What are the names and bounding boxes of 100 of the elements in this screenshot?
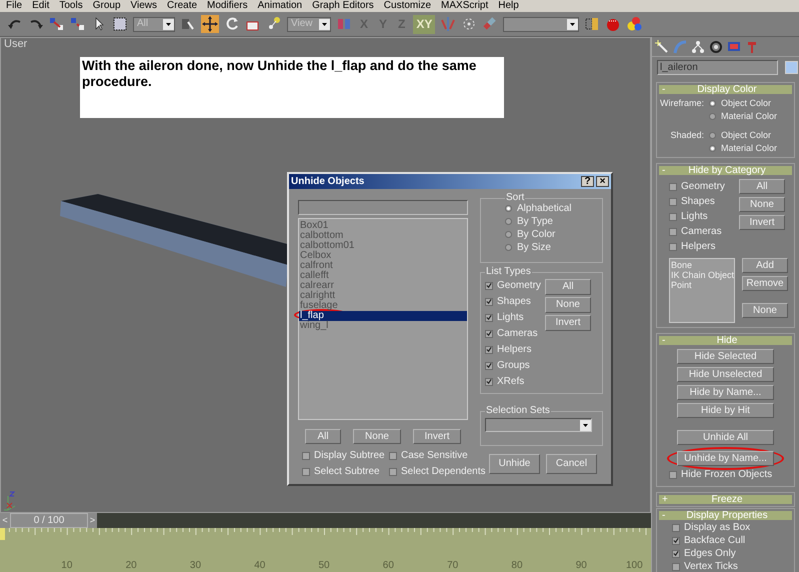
menu-item[interactable]: Customize <box>378 1 436 11</box>
button[interactable]: All <box>305 429 341 444</box>
radio-button[interactable] <box>505 244 512 251</box>
button[interactable]: None <box>742 303 788 318</box>
time-slider-thumb[interactable]: 0 / 100 <box>10 513 88 528</box>
checkbox[interactable] <box>485 362 493 370</box>
move-icon[interactable] <box>201 15 219 33</box>
checkbox[interactable] <box>485 330 493 338</box>
list-item[interactable]: l_flap <box>299 311 467 321</box>
button[interactable]: All <box>739 179 785 194</box>
rollout-header[interactable]: + Freeze <box>659 495 792 504</box>
menu-item[interactable]: Edit <box>27 1 54 11</box>
list-item[interactable]: calbottom <box>299 231 467 241</box>
next-frame-button[interactable]: > <box>88 513 97 528</box>
button[interactable]: Invert <box>413 429 461 444</box>
radio-button[interactable] <box>709 100 716 107</box>
checkbox[interactable] <box>485 314 493 322</box>
list-item[interactable]: calrearr <box>299 281 467 291</box>
menu-item[interactable]: Graph Editors <box>307 1 379 11</box>
button[interactable]: Unhide All <box>677 430 774 445</box>
button[interactable]: None <box>545 297 591 313</box>
link-icon[interactable] <box>49 16 65 32</box>
checkbox[interactable] <box>302 468 310 476</box>
menu-item[interactable]: Create <box>162 1 202 11</box>
checkbox[interactable] <box>389 468 397 476</box>
menu-item[interactable]: File <box>1 1 28 11</box>
button[interactable]: Hide Unselected <box>677 367 774 382</box>
rollout-header[interactable]: - Hide <box>659 336 792 345</box>
button[interactable]: Add <box>742 258 788 273</box>
rotate-icon[interactable] <box>224 16 240 32</box>
checkbox[interactable] <box>485 282 493 290</box>
checkbox[interactable] <box>672 524 680 532</box>
material-spheres-icon[interactable] <box>626 16 642 32</box>
manipulate-icon[interactable] <box>266 16 282 32</box>
unlink-icon[interactable] <box>70 16 86 32</box>
checkbox[interactable] <box>302 452 310 460</box>
checkbox[interactable] <box>485 346 493 354</box>
checkbox[interactable] <box>485 298 493 306</box>
rollout-header[interactable]: - Hide by Category <box>659 166 792 175</box>
list-item[interactable]: Bone <box>671 260 734 270</box>
menu-item[interactable]: Group <box>88 1 126 11</box>
list-item[interactable]: calbottom01 <box>299 241 467 251</box>
list-item[interactable]: wing_l <box>299 321 467 331</box>
menu-item[interactable]: Tools <box>54 1 88 11</box>
name-field[interactable]: l_aileron <box>657 60 778 75</box>
dropdown[interactable] <box>485 418 592 432</box>
button[interactable]: Hide by Name... <box>677 385 774 400</box>
close-button[interactable]: × <box>596 176 609 187</box>
radio-button[interactable] <box>505 218 512 225</box>
button[interactable]: Invert <box>739 215 785 230</box>
time-slider-track[interactable]: 0 / 100 > <box>10 513 651 528</box>
timeline-ruler[interactable]: 10 20 30 40 50 60 70 80 90 100 <box>0 528 651 572</box>
checkbox[interactable] <box>669 182 677 190</box>
button[interactable]: Hide Selected <box>677 349 774 364</box>
align-icon[interactable] <box>482 16 498 32</box>
radio-button[interactable] <box>709 145 716 152</box>
button[interactable]: Cancel <box>546 454 597 474</box>
list-item[interactable]: Point <box>671 280 734 290</box>
button[interactable]: Invert <box>545 315 591 331</box>
list-item[interactable]: IK Chain Object <box>671 270 734 280</box>
rollout-header[interactable]: - Display Color <box>659 85 792 94</box>
button[interactable]: Remove <box>742 276 788 291</box>
list-item[interactable]: calfront <box>299 261 467 271</box>
checkbox[interactable] <box>669 228 677 236</box>
checkbox[interactable] <box>669 212 677 220</box>
named-selection-icon[interactable] <box>584 16 600 32</box>
checkbox[interactable] <box>485 378 493 386</box>
checkbox[interactable] <box>672 550 680 558</box>
circle-icon[interactable] <box>709 40 723 54</box>
list-item[interactable]: callefft <box>299 271 467 281</box>
radio-button[interactable] <box>709 113 716 120</box>
menu-item[interactable]: Help <box>493 1 524 11</box>
checkbox[interactable] <box>672 562 680 570</box>
button[interactable]: None <box>353 429 401 444</box>
dropdown[interactable]: View <box>287 16 331 32</box>
checkbox[interactable] <box>669 198 677 206</box>
previous-frame-button[interactable]: < <box>0 513 10 528</box>
radio-button[interactable] <box>709 132 716 139</box>
list-item[interactable]: fuselage <box>299 301 467 311</box>
button[interactable]: None <box>739 197 785 212</box>
dropdown[interactable]: All <box>133 16 175 32</box>
list-item[interactable]: calrightt <box>299 291 467 301</box>
list-item[interactable]: Celbox <box>299 251 467 261</box>
magic-wand-icon[interactable] <box>655 40 669 54</box>
dropdown[interactable] <box>503 16 580 32</box>
help-button[interactable]: ? <box>581 176 594 187</box>
axis-button[interactable]: XY <box>413 14 436 34</box>
button[interactable]: Unhide <box>489 454 540 474</box>
checkbox[interactable] <box>669 471 677 479</box>
array-icon[interactable] <box>461 16 478 32</box>
button[interactable]: All <box>545 279 591 295</box>
menu-item[interactable]: Animation <box>252 1 308 11</box>
viewport-label[interactable]: User <box>4 39 28 50</box>
menu-item[interactable]: MAXScript <box>436 1 494 11</box>
menu-item[interactable]: Modifiers <box>202 1 253 11</box>
viewport[interactable] <box>0 37 651 513</box>
search-field[interactable] <box>298 200 468 215</box>
radio-button[interactable] <box>505 231 512 238</box>
list-item[interactable]: Box01 <box>299 221 467 231</box>
checkbox[interactable] <box>672 536 680 544</box>
